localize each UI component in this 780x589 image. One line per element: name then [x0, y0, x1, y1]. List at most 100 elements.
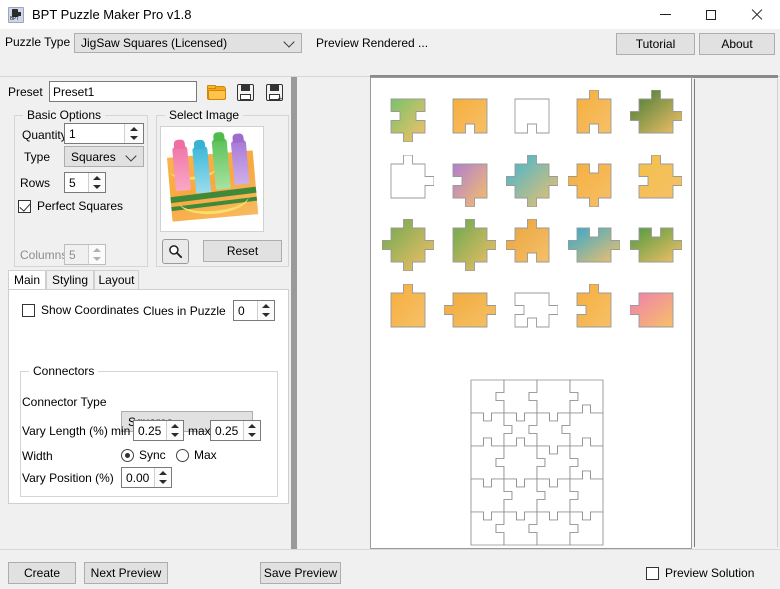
- rows-label: Rows: [20, 176, 50, 190]
- puzzle-piece: [568, 284, 620, 336]
- floppy-save-icon[interactable]: [231, 80, 259, 104]
- rows-stepper[interactable]: 5: [64, 172, 106, 193]
- quantity-stepper[interactable]: 1: [64, 123, 144, 144]
- width-radio-max[interactable]: Max: [176, 448, 217, 462]
- puzzle-piece-cell: [439, 278, 501, 343]
- show-coordinates-checkbox[interactable]: Show Coordinates: [22, 303, 139, 317]
- min-spin-arrows[interactable]: [166, 421, 183, 440]
- folder-open-icon[interactable]: [202, 80, 230, 104]
- selected-image-thumbnail[interactable]: [160, 126, 264, 232]
- puzzle-piece-cell: [625, 278, 687, 343]
- puzzle-piece: [630, 219, 682, 271]
- reset-image-button[interactable]: Reset: [203, 240, 282, 262]
- puzzle-piece-cell: [563, 84, 625, 149]
- radio-dot: [176, 449, 189, 462]
- create-button[interactable]: Create: [8, 562, 76, 584]
- puzzle-piece: [568, 155, 620, 207]
- close-icon[interactable]: [734, 0, 780, 29]
- width-label: Width: [22, 449, 53, 463]
- rows-value: 5: [69, 176, 76, 190]
- about-button[interactable]: About: [699, 33, 775, 55]
- puzzle-type-combo[interactable]: JigSaw Squares (Licensed): [74, 33, 302, 53]
- puzzle-piece: [382, 219, 434, 271]
- max-spin-arrows[interactable]: [243, 421, 260, 440]
- preset-label: Preset: [8, 85, 43, 99]
- preset-value: Preset1: [53, 85, 94, 99]
- puzzle-piece: [382, 90, 434, 142]
- select-image-title: Select Image: [165, 108, 243, 122]
- subtab-main[interactable]: Main: [8, 270, 46, 289]
- clues-value: 0: [238, 304, 245, 318]
- type-combo[interactable]: Squares: [64, 146, 144, 167]
- puzzle-piece: [444, 155, 496, 207]
- puzzle-piece: [444, 284, 496, 336]
- basic-options-title: Basic Options: [23, 108, 105, 122]
- vary-length-min-label: min: [111, 424, 130, 438]
- minimize-icon[interactable]: [642, 0, 688, 29]
- puzzle-piece-cell: [563, 149, 625, 214]
- puzzle-piece: [506, 219, 558, 271]
- puzzle-piece: [444, 90, 496, 142]
- preset-input[interactable]: Preset1: [49, 81, 197, 102]
- columns-value: 5: [69, 248, 76, 262]
- puzzle-piece-grid: [377, 84, 687, 342]
- type-label: Type: [24, 150, 50, 164]
- puzzle-piece-cell: [439, 84, 501, 149]
- vary-length-label: Vary Length (%): [22, 424, 108, 438]
- puzzle-piece: [568, 90, 620, 142]
- clues-stepper[interactable]: 0: [233, 300, 275, 321]
- puzzle-piece: [630, 90, 682, 142]
- save-preview-button[interactable]: Save Preview: [260, 562, 341, 584]
- vary-position-spin-arrows[interactable]: [154, 468, 171, 487]
- vary-position-value: 0.00: [126, 471, 149, 485]
- quantity-label: Quantity: [22, 128, 67, 142]
- puzzle-piece-cell: [625, 213, 687, 278]
- subtab-styling[interactable]: Styling: [46, 270, 94, 289]
- puzzle-piece-cell: [377, 213, 439, 278]
- puzzle-piece: [506, 284, 558, 336]
- vary-position-stepper[interactable]: 0.00: [121, 467, 172, 488]
- puzzle-piece: [382, 284, 434, 336]
- app-puzzle-icon: BPT: [8, 7, 24, 23]
- preview-solution-label: Preview Solution: [665, 566, 754, 580]
- subtab-label: Main: [14, 273, 40, 287]
- clues-spin-arrows[interactable]: [257, 301, 274, 320]
- magnifier-icon[interactable]: [162, 239, 189, 264]
- puzzle-piece-cell: [625, 84, 687, 149]
- vary-length-min-stepper[interactable]: 0.25: [133, 420, 184, 441]
- window-title: BPT Puzzle Maker Pro v1.8: [32, 7, 191, 22]
- main-tabstrip: Puzzle Settings Output Settings Page Lay…: [0, 56, 780, 77]
- tutorial-button[interactable]: Tutorial: [616, 33, 695, 55]
- width-sync-label: Sync: [139, 448, 166, 462]
- vary-length-max-stepper[interactable]: 0.25: [210, 420, 261, 441]
- quantity-spin-arrows[interactable]: [124, 124, 143, 143]
- next-preview-button[interactable]: Next Preview: [84, 562, 168, 584]
- puzzle-piece-cell: [377, 84, 439, 149]
- preview-solution-checkbox[interactable]: Preview Solution: [646, 566, 754, 580]
- type-value: Squares: [71, 150, 116, 164]
- columns-spin-arrows: [88, 245, 105, 264]
- perfect-squares-checkbox[interactable]: Perfect Squares: [18, 199, 123, 213]
- preview-status-text: Preview Rendered ...: [316, 36, 428, 50]
- splitter-handle[interactable]: [291, 77, 297, 549]
- puzzle-piece: [444, 219, 496, 271]
- width-radio-sync[interactable]: Sync: [121, 448, 166, 462]
- subtab-label: Styling: [52, 273, 88, 287]
- panel-splitter-area: [291, 77, 370, 549]
- puzzle-type-value: JigSaw Squares (Licensed): [81, 36, 227, 50]
- floppy-save-as-icon[interactable]: +: [260, 80, 288, 104]
- clues-label: Clues in Puzzle: [143, 304, 226, 318]
- rows-spin-arrows[interactable]: [88, 173, 105, 192]
- subtab-layout[interactable]: Layout: [94, 270, 139, 289]
- vary-length-min-value: 0.25: [138, 424, 161, 438]
- vary-length-max-value: 0.25: [215, 424, 238, 438]
- maximize-icon[interactable]: [688, 0, 734, 29]
- puzzle-piece: [568, 219, 620, 271]
- perfect-squares-label: Perfect Squares: [37, 199, 123, 213]
- puzzle-piece-cell: [377, 149, 439, 214]
- puzzle-solution-grid: [461, 370, 601, 545]
- preview-canvas[interactable]: [370, 77, 692, 549]
- solution-svg: [461, 370, 613, 555]
- preview-right-pane: [694, 79, 778, 547]
- puzzle-piece: [506, 155, 558, 207]
